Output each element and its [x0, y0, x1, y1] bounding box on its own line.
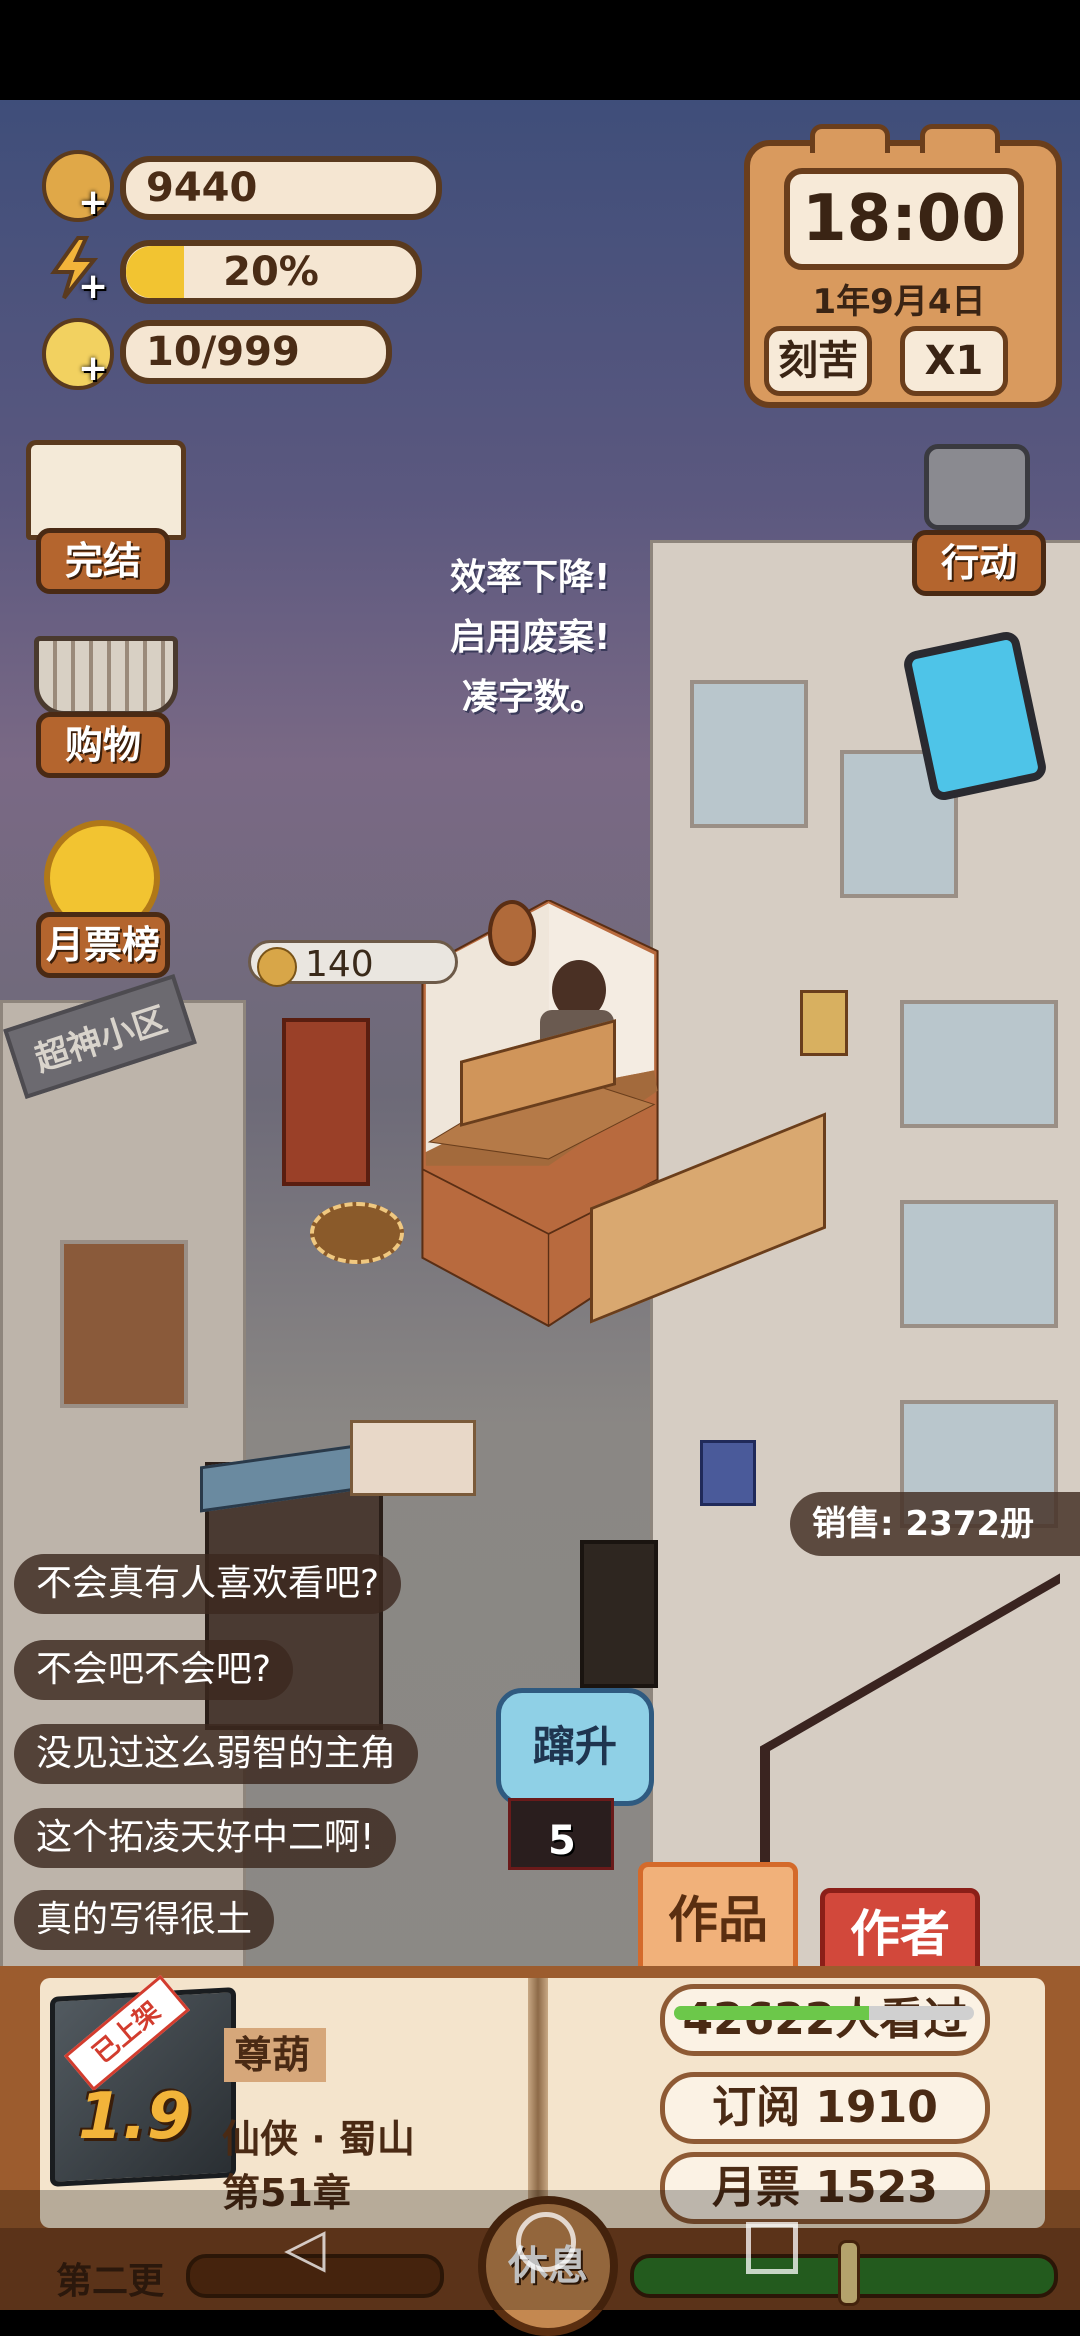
coin-collect-bubble[interactable]: 140	[248, 940, 458, 987]
building-window	[900, 1000, 1058, 1128]
shopping-basket-icon[interactable]	[34, 636, 178, 716]
inspiration-counter: 10/999	[120, 320, 392, 384]
building-window	[60, 1240, 188, 1408]
status-bar	[0, 0, 1080, 100]
add-inspiration-button[interactable]: +	[78, 348, 108, 389]
facade-sign	[350, 1420, 476, 1496]
reader-comment: 这个拓凌天好中二啊!	[14, 1808, 397, 1868]
work-mode-button[interactable]: 刻苦	[764, 326, 872, 396]
coin-bubble-value: 140	[305, 944, 374, 985]
monthly-ranking-button[interactable]: 月票榜	[36, 912, 170, 978]
tab-works[interactable]: 作品	[638, 1862, 798, 1978]
clock-time: 18:00	[784, 168, 1024, 270]
facade-poster	[700, 1440, 756, 1506]
reader-comment: 不会吧不会吧?	[14, 1640, 294, 1700]
views-counter: 42622人看过	[660, 1984, 990, 2056]
soar-button[interactable]: 蹿升	[496, 1688, 654, 1806]
action-button[interactable]: 行动	[912, 530, 1046, 596]
subscriptions-counter: 订阅 1910	[660, 2072, 990, 2144]
back-icon[interactable]: ◁	[284, 2216, 326, 2279]
building-window	[690, 680, 808, 828]
clock-knob	[810, 124, 890, 153]
reader-comment: 真的写得很土	[14, 1890, 275, 1950]
add-energy-button[interactable]: +	[78, 266, 108, 307]
thought-line: 效率下降!	[450, 557, 611, 598]
coins-counter: 9440	[120, 156, 442, 220]
finish-button[interactable]: 完结	[36, 528, 170, 594]
action-icon[interactable]	[924, 444, 1030, 530]
reader-comment: 不会真有人喜欢看吧?	[14, 1554, 402, 1614]
shop-button[interactable]: 购物	[36, 712, 170, 778]
sales-counter: 销售: 2372册	[790, 1492, 1080, 1556]
speed-button[interactable]: X1	[900, 326, 1008, 396]
recents-icon[interactable]	[746, 2222, 798, 2274]
game-date: 1年9月4日	[812, 282, 986, 322]
book-score: 1.9	[78, 2080, 192, 2154]
home-icon[interactable]	[516, 2212, 576, 2272]
wall-poster	[800, 990, 848, 1056]
facade-window	[580, 1540, 658, 1688]
add-coins-button[interactable]: +	[78, 182, 108, 223]
reader-comment: 没见过这么弱智的主角	[14, 1724, 419, 1784]
views-progress-fill	[674, 2006, 869, 2020]
floor-rug	[310, 1202, 404, 1264]
soar-count: 5	[548, 1818, 576, 1864]
views-progress-bar	[674, 2006, 974, 2020]
energy-bar-fill	[126, 246, 184, 298]
coin-icon	[257, 947, 297, 987]
round-window	[488, 900, 536, 966]
energy-value: 20%	[223, 249, 319, 295]
clock-panel: 18:00 1年9月4日 刻苦 X1	[744, 124, 1062, 408]
building-window	[900, 1200, 1058, 1328]
thought-line: 启用废案!	[450, 617, 611, 658]
thought-line: 凑字数。	[462, 677, 607, 718]
open-book-icon[interactable]	[26, 440, 186, 540]
room-door	[282, 1018, 370, 1186]
book-title: 尊葫	[224, 2028, 326, 2082]
clock-knob	[920, 124, 1000, 153]
book-genre: 仙侠 · 蜀山	[222, 2117, 415, 2161]
energy-bar: 20%	[120, 240, 422, 304]
